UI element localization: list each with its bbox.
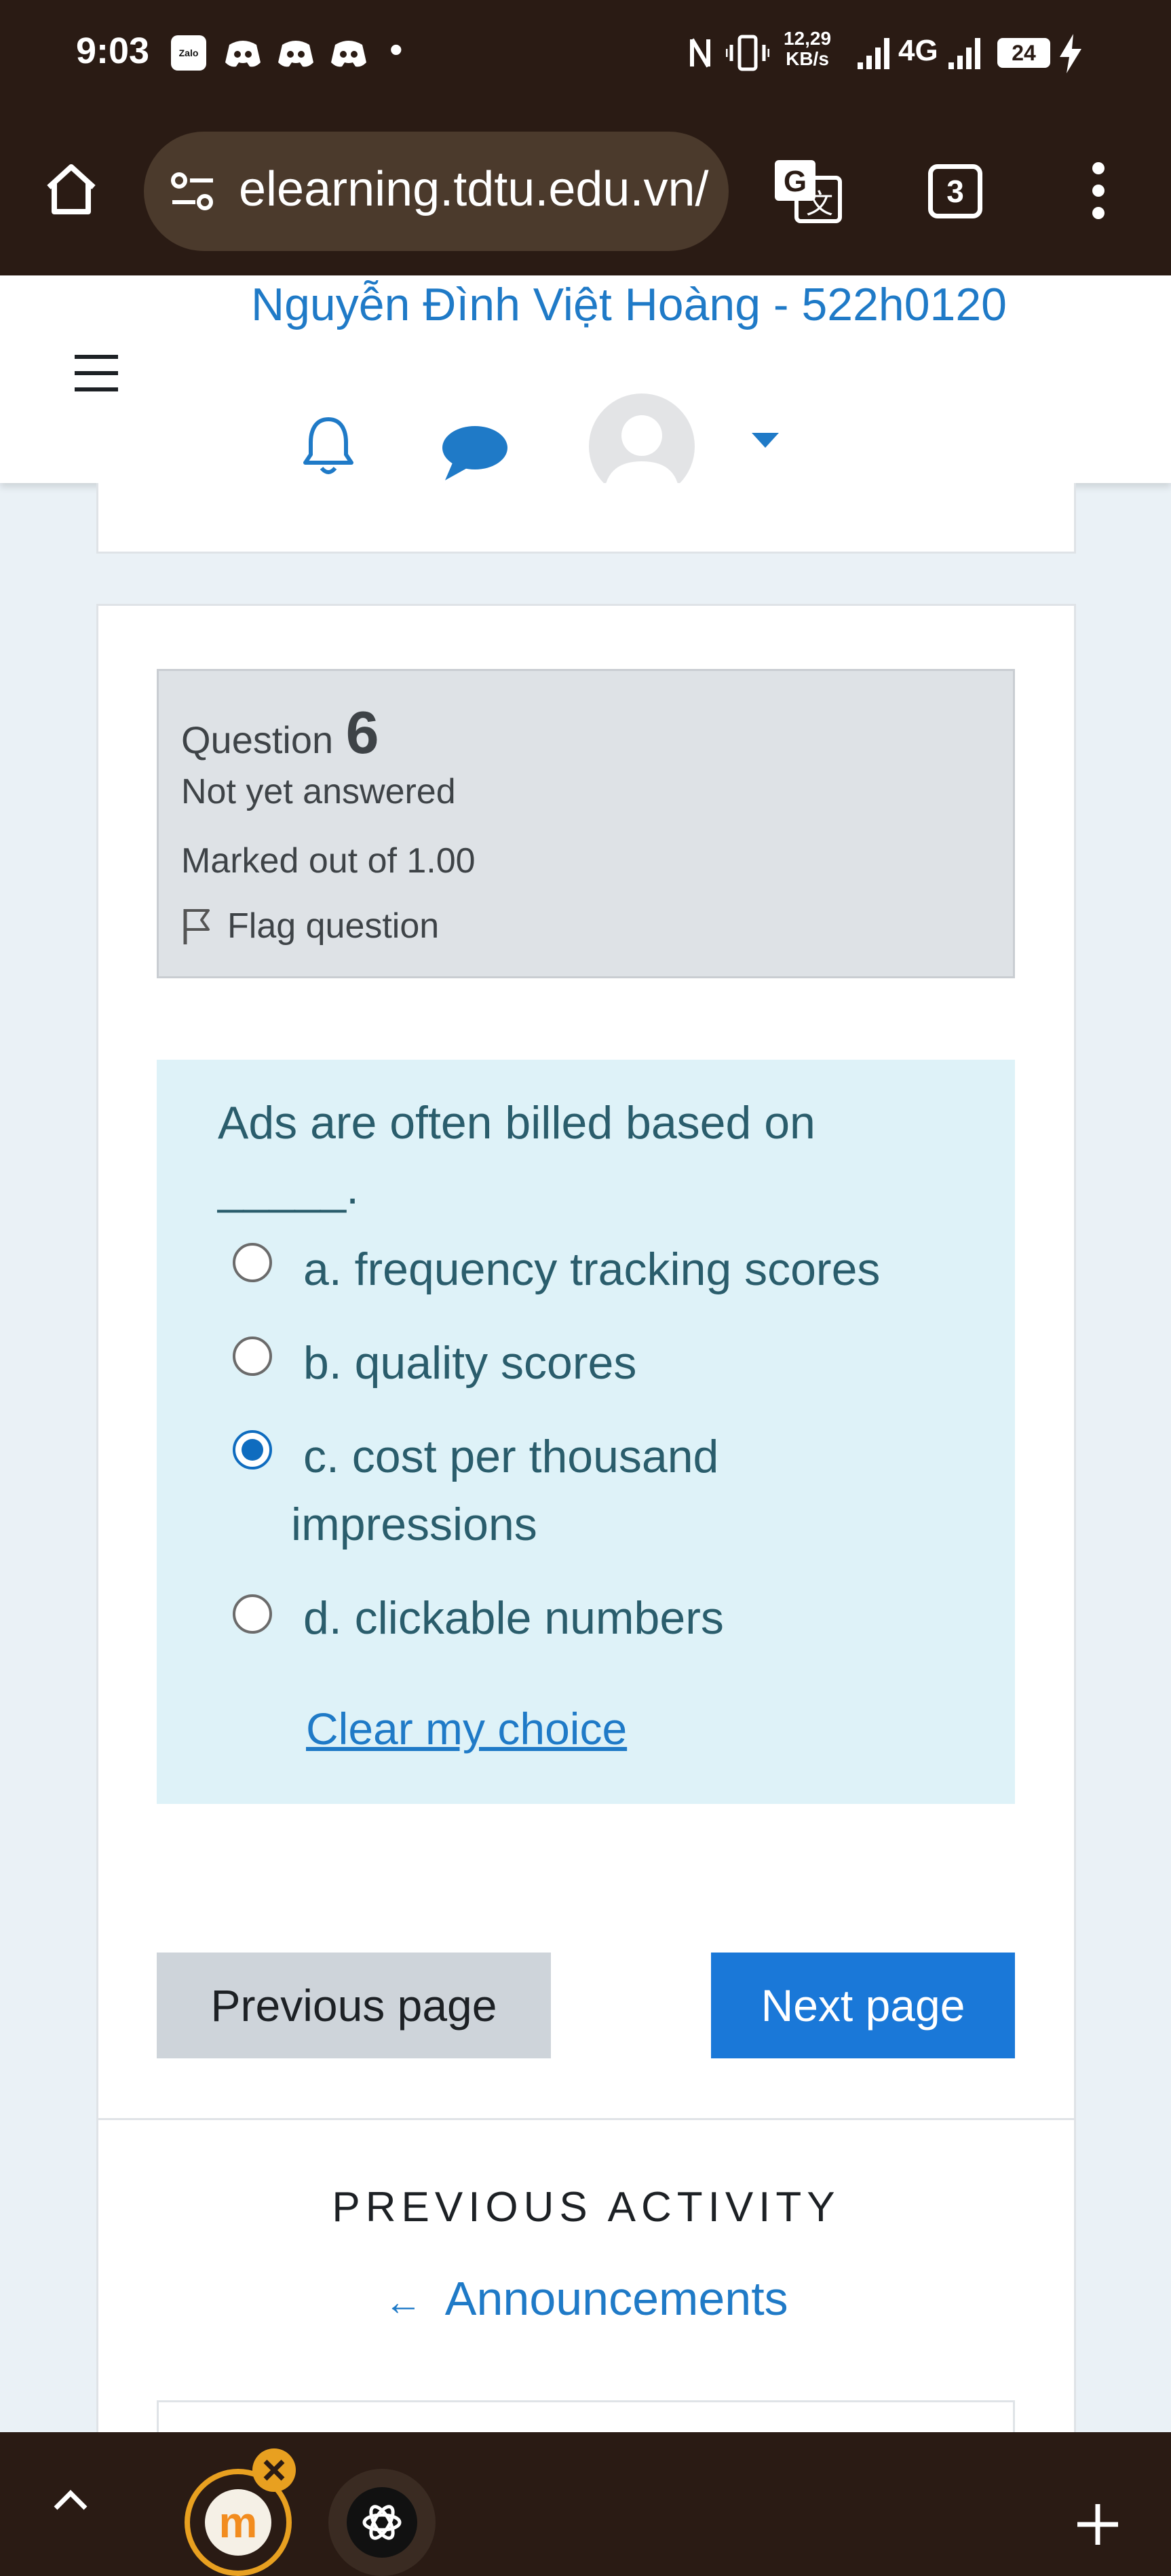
translate-icon[interactable]: G文 <box>772 157 843 224</box>
answer-a-label[interactable]: a. frequency tracking scores <box>303 1243 880 1296</box>
signal-icon <box>858 38 889 69</box>
question-text: Ads are often billed based on <box>218 1097 815 1149</box>
answer-b-label[interactable]: b. quality scores <box>303 1337 636 1389</box>
discord-icon <box>225 41 261 67</box>
more-vert-icon[interactable] <box>1088 160 1109 221</box>
status-time: 9:03 <box>76 31 150 71</box>
previous-activity-heading: PREVIOUS ACTIVITY <box>332 2184 841 2231</box>
net-speed-unit: KB/s <box>786 48 829 69</box>
close-badge-icon[interactable] <box>252 2448 296 2492</box>
nfc-icon <box>690 38 710 68</box>
answer-c-radio[interactable] <box>233 1430 272 1469</box>
user-fullname[interactable]: Nguyễn Đình Việt Hoàng - 522h0120 <box>251 278 1007 331</box>
status-bar: 9:03 Zalo • 12,29 KB/s 4G 24 <box>0 0 1171 109</box>
zalo-icon-text: Zalo <box>178 47 199 58</box>
address-bar[interactable]: elearning.tdtu.edu.vn/ <box>144 132 729 251</box>
answer-d-label[interactable]: d. clickable numbers <box>303 1592 724 1645</box>
tab-count: 3 <box>946 174 964 209</box>
question-heading: Question 6 <box>181 698 379 767</box>
svg-text:G: G <box>784 165 807 198</box>
answer-d-radio[interactable] <box>233 1594 272 1634</box>
url-text[interactable]: elearning.tdtu.edu.vn/ <box>239 161 709 217</box>
notification-dot: • <box>389 28 403 71</box>
caret-down-icon[interactable] <box>750 431 780 449</box>
next-page-button[interactable]: Next page <box>711 1953 1015 2058</box>
openai-knot-icon <box>362 2505 402 2540</box>
battery-icon: 24 <box>997 38 1050 68</box>
previous-page-button[interactable]: Previous page <box>157 1953 551 2058</box>
signal-icon <box>948 38 980 69</box>
network-type: 4G <box>898 34 938 67</box>
moodle-letter: m <box>218 2498 258 2547</box>
vibrate-icon <box>726 35 769 71</box>
arrow-left-icon: ← <box>384 2280 423 2323</box>
tabs-icon[interactable]: 3 <box>928 164 982 218</box>
bottom-toolbar: m <box>0 2432 1171 2576</box>
previous-card <box>96 483 1076 554</box>
chatgpt-icon <box>347 2487 417 2558</box>
site-settings-icon[interactable] <box>170 171 216 213</box>
question-info: Question 6 Not yet answered Marked out o… <box>157 669 1015 978</box>
question-blank: _____. <box>218 1162 359 1214</box>
battery-level: 24 <box>1012 40 1036 65</box>
plus-icon[interactable] <box>1075 2501 1121 2548</box>
flag-icon <box>183 909 210 944</box>
discord-icon <box>278 41 313 67</box>
clear-choice-link[interactable]: Clear my choice <box>306 1703 627 1754</box>
zalo-icon: Zalo <box>171 35 206 71</box>
previous-activity-label[interactable]: Announcements <box>445 2272 788 2325</box>
question-body: Ads are often billed based on _____. a. … <box>157 1060 1015 1804</box>
question-label: Question <box>181 718 334 761</box>
question-mark: Marked out of 1.00 <box>181 841 476 881</box>
question-state: Not yet answered <box>181 772 456 811</box>
home-icon[interactable] <box>42 160 100 218</box>
browser-toolbar: elearning.tdtu.edu.vn/ G文 3 <box>0 109 1171 277</box>
question-number: 6 <box>345 699 379 766</box>
bell-icon[interactable] <box>303 415 354 478</box>
close-icon <box>263 2459 285 2481</box>
discord-icon <box>331 41 366 67</box>
answer-b-radio[interactable] <box>233 1337 272 1376</box>
answer-c-label[interactable]: c. cost per thousand <box>303 1430 718 1483</box>
net-speed: 12,29 KB/s <box>780 28 834 69</box>
svg-text:文: 文 <box>806 189 833 219</box>
moodle-logo: m <box>205 2489 271 2556</box>
chat-icon[interactable] <box>440 421 509 483</box>
chevron-up-icon[interactable] <box>52 2488 90 2512</box>
flag-question-link[interactable]: Flag question <box>181 906 439 946</box>
menu-icon[interactable] <box>73 354 119 392</box>
divider <box>98 2118 1074 2120</box>
answer-c-label-cont[interactable]: impressions <box>291 1498 537 1551</box>
flag-question-label: Flag question <box>227 906 440 946</box>
answer-a-radio[interactable] <box>233 1243 272 1282</box>
chatgpt-app-button[interactable] <box>328 2469 436 2576</box>
charging-icon <box>1060 34 1081 73</box>
net-speed-value: 12,29 <box>783 28 832 49</box>
previous-activity-link[interactable]: ← Announcements <box>96 2271 1076 2326</box>
